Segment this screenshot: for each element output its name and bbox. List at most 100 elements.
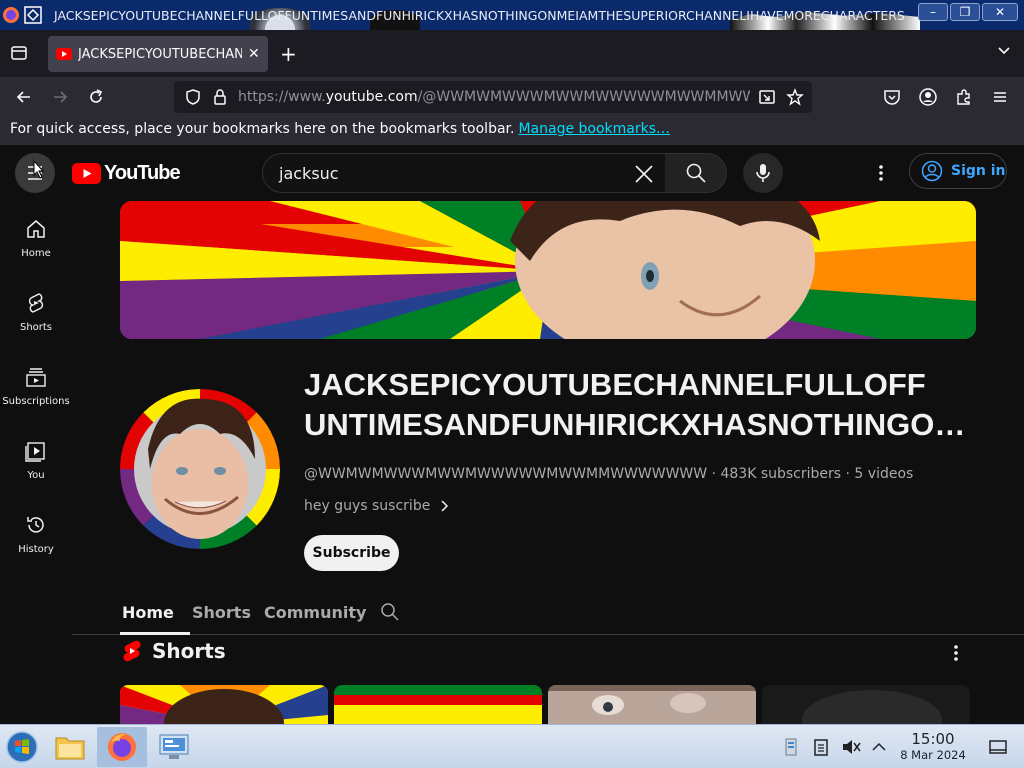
account-icon[interactable] xyxy=(918,87,938,107)
extensions-icon[interactable] xyxy=(954,87,974,107)
minimize-button[interactable]: – xyxy=(918,3,948,21)
sidebar-item-label: Home xyxy=(21,247,51,259)
video-count: 5 videos xyxy=(854,466,914,482)
window-menu-icon[interactable] xyxy=(24,6,42,24)
new-tab-button[interactable]: + xyxy=(280,42,297,66)
youtube-logo-text: YouTube xyxy=(104,162,181,184)
lock-icon[interactable] xyxy=(212,88,228,106)
sidebar-item-shorts[interactable]: Shorts xyxy=(0,275,72,349)
channel-banner xyxy=(120,201,976,339)
clear-search-icon[interactable] xyxy=(633,163,655,185)
microphone-icon xyxy=(756,164,770,182)
forward-button[interactable] xyxy=(50,87,70,107)
shorts-thumbnail[interactable] xyxy=(120,685,328,724)
tab-close-icon[interactable]: ✕ xyxy=(248,46,260,62)
firefox-icon xyxy=(108,733,136,761)
manage-bookmarks-link[interactable]: Manage bookmarks… xyxy=(518,121,670,137)
search-input[interactable]: jacksuc xyxy=(262,153,666,193)
sign-in-button[interactable]: Sign in xyxy=(909,153,1007,189)
shorts-shelf-header: Shorts xyxy=(122,639,226,663)
chevron-right-icon xyxy=(441,500,449,512)
show-desktop-icon[interactable] xyxy=(988,737,1008,757)
address-bar[interactable]: https://www.youtube.com/@WWMWMWWWMWWMWWW… xyxy=(174,81,812,113)
you-icon xyxy=(25,441,45,462)
sign-in-label: Sign in xyxy=(951,163,1006,179)
reload-button[interactable] xyxy=(86,87,106,107)
taskbar-clock[interactable]: 15:00 8 Mar 2024 xyxy=(896,731,970,763)
subscriber-count: 483K subscribers xyxy=(720,466,842,482)
clipboard-tray-icon[interactable] xyxy=(812,737,830,757)
shorts-thumbnail[interactable] xyxy=(334,685,542,724)
volume-muted-icon[interactable] xyxy=(841,737,861,757)
shelf-menu-icon[interactable] xyxy=(944,643,968,663)
window-title-bar: JACKSEPICYOUTUBECHANNELFULLOFFUNTIMESAND… xyxy=(0,0,1024,30)
home-icon xyxy=(27,219,45,238)
sidebar-item-label: You xyxy=(27,469,45,481)
firefox-taskbar-item[interactable] xyxy=(97,727,147,767)
shorts-title: Shorts xyxy=(152,639,226,663)
youtube-logo[interactable]: YouTube xyxy=(72,162,181,185)
firefox-view-button[interactable] xyxy=(10,44,28,62)
file-explorer-taskbar-item[interactable] xyxy=(48,727,92,767)
channel-description[interactable]: hey guys suscribe xyxy=(304,498,450,514)
search-button[interactable] xyxy=(665,153,727,193)
list-all-tabs-icon[interactable] xyxy=(996,42,1012,58)
maximize-button[interactable]: ❐ xyxy=(950,3,980,21)
voice-search-button[interactable] xyxy=(743,153,783,193)
search-query[interactable]: jacksuc xyxy=(279,164,339,183)
url-text[interactable]: https://www.youtube.com/@WWMWMWWWMWWMWWW… xyxy=(238,89,750,105)
mini-guide: Home Shorts Subscriptions You History xyxy=(0,201,72,571)
youtube-favicon-icon xyxy=(56,48,72,60)
folder-icon xyxy=(55,737,85,760)
guide-menu-button[interactable] xyxy=(15,153,55,193)
picture-in-picture-icon[interactable] xyxy=(758,88,776,106)
window-title: JACKSEPICYOUTUBECHANNELFULLOFFUNTIMESAND… xyxy=(54,8,905,23)
tab-community[interactable]: Community xyxy=(264,603,366,622)
channel-name: JACKSEPICYOUTUBECHANNELFULLOFF UNTIMESAN… xyxy=(304,365,976,445)
sidebar-item-you[interactable]: You xyxy=(0,423,72,497)
browser-tab[interactable]: JACKSEPICYOUTUBECHANNELFULLOFFUNTIMESAND… xyxy=(48,36,268,72)
tracking-protection-icon[interactable] xyxy=(184,88,202,106)
history-icon xyxy=(27,516,44,533)
clock-date: 8 Mar 2024 xyxy=(900,748,966,762)
shorts-thumbnail[interactable] xyxy=(548,685,756,724)
tab-home[interactable]: Home xyxy=(122,603,174,622)
channel-tabs: Home Shorts Community xyxy=(72,589,1024,635)
channel-search-icon[interactable] xyxy=(380,602,400,622)
sidebar-item-label: Subscriptions xyxy=(2,395,70,407)
navigation-bar: https://www.youtube.com/@WWMWMWWWMWWMWWW… xyxy=(0,77,1024,117)
back-button[interactable] xyxy=(14,87,34,107)
channel-metadata: @WWMWMWWWMWWMWWWWWMWWMMWWWWWWW · 483K su… xyxy=(304,466,914,482)
channel-name-line: UNTIMESANDFUNHIRICKXHASNOTHINGONMEIAMTHE… xyxy=(304,407,974,442)
close-window-button[interactable]: ✕ xyxy=(982,3,1018,21)
sidebar-item-subscriptions[interactable]: Subscriptions xyxy=(0,349,72,423)
settings-kebab-icon[interactable] xyxy=(868,163,894,183)
youtube-masthead: YouTube jacksuc Sign in xyxy=(0,145,1024,201)
pocket-icon[interactable] xyxy=(882,87,902,107)
shorts-row xyxy=(120,685,976,724)
sidebar-item-home[interactable]: Home xyxy=(0,201,72,275)
control-panel-taskbar-item[interactable] xyxy=(152,727,196,767)
network-tray-icon[interactable] xyxy=(782,737,800,757)
sidebar-item-label: History xyxy=(18,543,54,555)
app-menu-icon[interactable] xyxy=(990,87,1010,107)
tab-shorts[interactable]: Shorts xyxy=(192,603,251,622)
computer-settings-icon xyxy=(159,734,189,759)
user-icon xyxy=(921,160,943,182)
firefox-icon xyxy=(2,6,20,24)
windows-orb-icon xyxy=(6,731,38,763)
channel-name-line: JACKSEPICYOUTUBECHANNELFULLOFF xyxy=(304,367,926,402)
bookmarks-hint-text: For quick access, place your bookmarks h… xyxy=(10,121,515,137)
sidebar-item-history[interactable]: History xyxy=(0,497,72,571)
subscribe-button[interactable]: Subscribe xyxy=(304,535,399,571)
show-hidden-icons-chevron-up-icon[interactable] xyxy=(870,737,888,757)
youtube-page: YouTube jacksuc Sign in Home Shorts Subs… xyxy=(0,145,1024,724)
channel-avatar[interactable] xyxy=(120,389,280,549)
youtube-play-icon xyxy=(72,163,101,184)
search-icon xyxy=(686,163,706,183)
bookmarks-toolbar: For quick access, place your bookmarks h… xyxy=(0,117,1024,145)
channel-handle: @WWMWMWWWMWWMWWWWWMWWMMWWWWWWW xyxy=(304,466,708,482)
start-button[interactable] xyxy=(2,727,42,767)
bookmark-star-icon[interactable] xyxy=(786,88,804,106)
shorts-thumbnail[interactable] xyxy=(762,685,970,724)
